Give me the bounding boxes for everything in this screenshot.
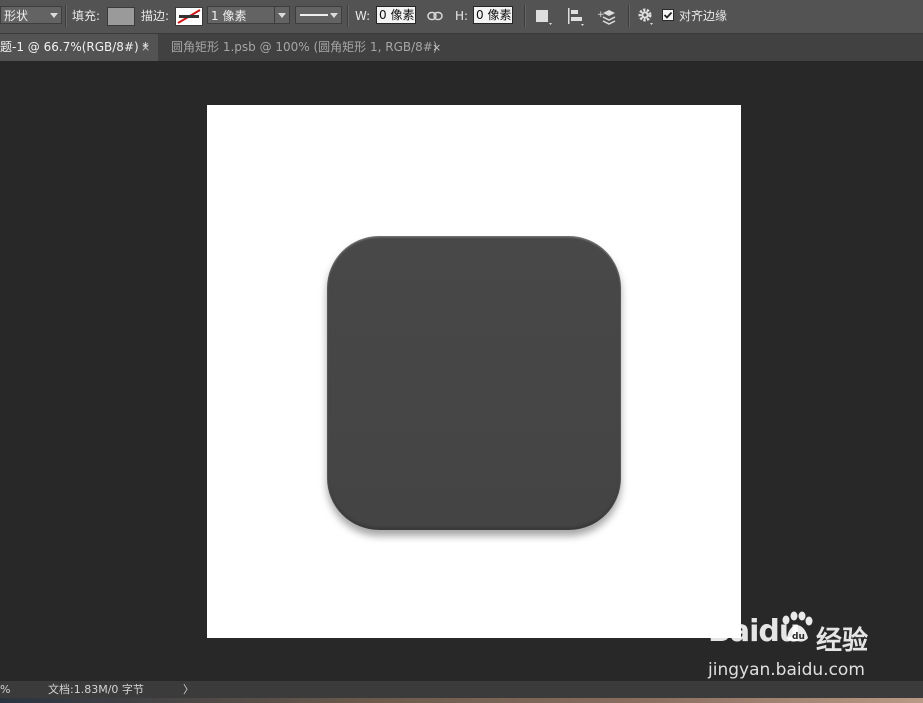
baidu-jingyan-watermark: Baidu du 经验 jingyan.baidu.com (708, 598, 908, 688)
link-chain-icon[interactable] (427, 11, 443, 21)
close-icon[interactable]: × (432, 34, 441, 61)
path-operations-icon[interactable] (534, 7, 554, 27)
dropdown-arrow-icon (330, 13, 338, 18)
tab-rounded-rect-psb[interactable]: 圆角矩形 1.psb @ 100% (圆角矩形 1, RGB/8#) × (160, 34, 450, 61)
fill-swatch[interactable] (107, 7, 135, 26)
align-edges-label: 对齐边缘 (679, 9, 728, 23)
tool-mode-value: 形状 (4, 9, 29, 23)
zoom-readout[interactable]: % (0, 681, 10, 698)
document-tab-bar: 题-1 @ 66.7%(RGB/8#) * × 圆角矩形 1.psb @ 100… (0, 34, 923, 61)
stroke-swatch[interactable] (175, 7, 203, 26)
solid-line-icon (300, 14, 328, 16)
path-alignment-icon[interactable] (566, 7, 586, 27)
width-label: W: (355, 9, 371, 23)
stroke-type-dropdown[interactable] (295, 6, 342, 24)
tab-label: 圆角矩形 1.psb @ 100% (圆角矩形 1, RGB/8#) (171, 40, 438, 54)
options-bar: 形状 填充: 描边: 1 像素 W: 0 像素 H: 0 像素 + 对齐边缘 (0, 0, 923, 34)
status-bar: % 文档:1.83M/0 字节 〉 (0, 681, 923, 698)
document-size-info: 文档:1.83M/0 字节 (48, 683, 144, 696)
tab-label: 题-1 @ 66.7%(RGB/8#) * (0, 40, 149, 54)
status-menu-arrow[interactable]: 〉 (183, 681, 194, 698)
height-label: H: (455, 9, 469, 23)
baidu-paw-icon: du (782, 611, 813, 642)
dropdown-arrow-icon (278, 13, 286, 18)
rounded-rectangle-shape[interactable] (327, 236, 621, 530)
path-arrangement-icon[interactable]: + (597, 7, 619, 27)
taskbar-strip (0, 698, 923, 703)
tab-untitled-1[interactable]: 题-1 @ 66.7%(RGB/8#) * × (0, 34, 158, 61)
align-edges-checkbox[interactable] (662, 9, 674, 21)
no-stroke-icon (177, 9, 201, 24)
svg-text:du: du (792, 632, 805, 642)
width-input[interactable]: 0 像素 (376, 6, 416, 24)
stroke-label: 描边: (141, 9, 170, 23)
document-canvas[interactable] (207, 105, 741, 638)
gear-icon[interactable] (637, 6, 655, 26)
svg-text:+: + (597, 10, 605, 20)
close-icon[interactable]: × (141, 34, 150, 61)
tool-mode-dropdown[interactable]: 形状 (0, 6, 62, 24)
watermark-product: 经验 (816, 626, 869, 656)
watermark-url: jingyan.baidu.com (708, 660, 865, 680)
fill-label: 填充: (72, 9, 101, 23)
height-input[interactable]: 0 像素 (473, 6, 513, 24)
dropdown-arrow-icon (50, 13, 58, 18)
stroke-width-value: 1 像素 (211, 9, 247, 23)
stroke-width-dropdown[interactable]: 1 像素 (207, 6, 290, 24)
